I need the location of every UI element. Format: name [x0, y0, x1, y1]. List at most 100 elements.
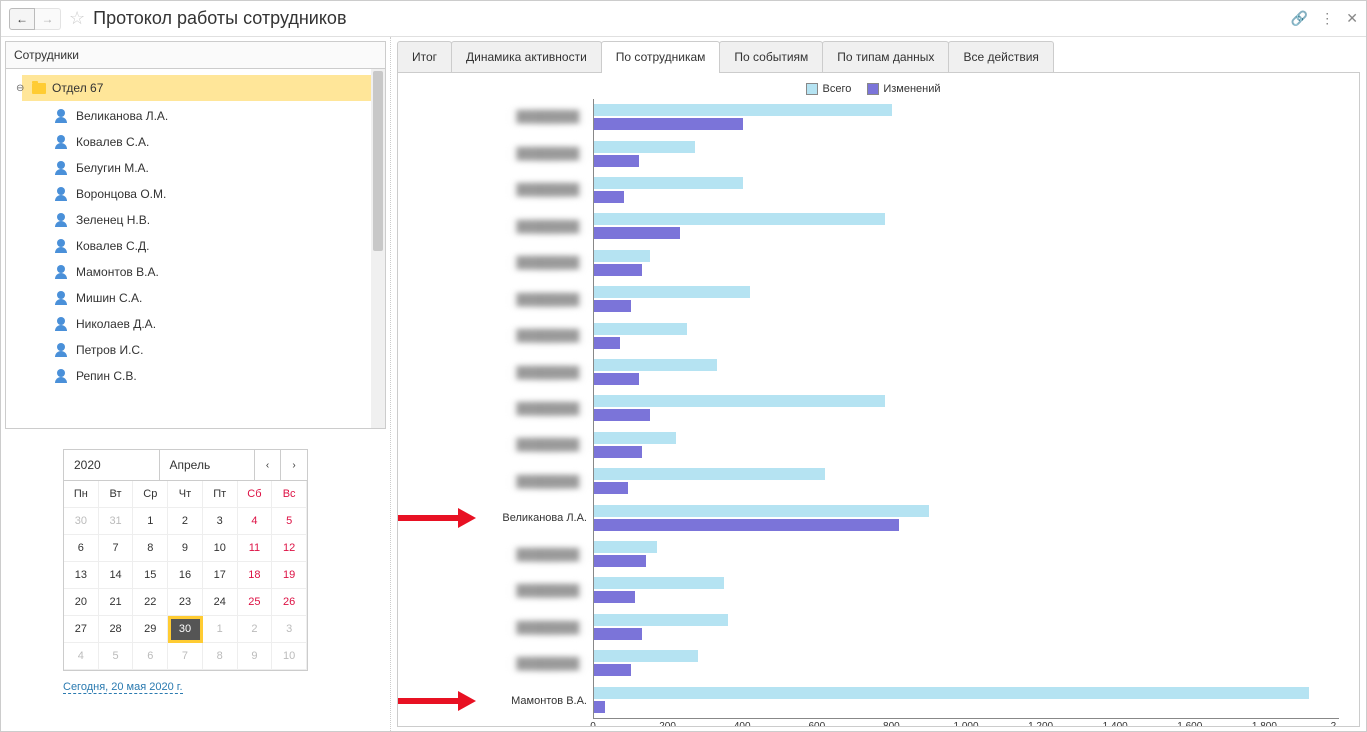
- calendar-day[interactable]: 12: [272, 535, 307, 562]
- favorite-star-icon[interactable]: ☆: [69, 8, 85, 29]
- tree-folder[interactable]: ⊖Отдел 67: [22, 75, 371, 101]
- tab[interactable]: По типам данных: [822, 41, 949, 72]
- arrow-right-icon: →: [42, 12, 54, 26]
- calendar-day[interactable]: 9: [168, 535, 203, 562]
- tab[interactable]: Итог: [397, 41, 452, 72]
- tab[interactable]: По сотрудникам: [601, 41, 721, 72]
- calendar-day[interactable]: 17: [203, 562, 238, 589]
- chart-bar-izm: [594, 591, 635, 603]
- calendar-day[interactable]: 19: [272, 562, 307, 589]
- chart-bar-izm: [594, 555, 646, 567]
- tree-item[interactable]: Белугин М.А.: [6, 155, 385, 181]
- calendar-day[interactable]: 5: [272, 508, 307, 535]
- link-icon[interactable]: 🔗: [1291, 10, 1308, 27]
- calendar-day[interactable]: 3: [203, 508, 238, 535]
- calendar-day[interactable]: 2: [238, 616, 273, 643]
- calendar-day[interactable]: 23: [168, 589, 203, 616]
- chart-bar-izm: [594, 191, 624, 203]
- chart-bar-row: [594, 645, 1339, 681]
- calendar-day[interactable]: 7: [168, 643, 203, 670]
- calendar-day[interactable]: 2: [168, 508, 203, 535]
- calendar-day[interactable]: 10: [272, 643, 307, 670]
- calendar-day[interactable]: 11: [238, 535, 273, 562]
- tree-item[interactable]: Репин С.В.: [6, 363, 385, 389]
- tree-item-label: Мамонтов В.А.: [76, 265, 159, 279]
- calendar-day[interactable]: 5: [99, 643, 134, 670]
- tree-item[interactable]: Мишин С.А.: [6, 285, 385, 311]
- tree-item[interactable]: Воронцова О.М.: [6, 181, 385, 207]
- calendar-day[interactable]: 18: [238, 562, 273, 589]
- calendar-day[interactable]: 22: [133, 589, 168, 616]
- tree-item[interactable]: Петров И.С.: [6, 337, 385, 363]
- calendar-day[interactable]: 28: [99, 616, 134, 643]
- chart-bar-row: [594, 354, 1339, 390]
- calendar-day[interactable]: 8: [203, 643, 238, 670]
- tree-item[interactable]: Зеленец Н.В.: [6, 207, 385, 233]
- calendar-month-select[interactable]: Апрель: [160, 450, 256, 480]
- person-icon: [54, 109, 68, 123]
- tree-item[interactable]: Николаев Д.А.: [6, 311, 385, 337]
- calendar-day[interactable]: 9: [238, 643, 273, 670]
- calendar-prev-button[interactable]: ‹: [255, 450, 281, 480]
- titlebar: ← → ☆ Протокол работы сотрудников 🔗 ⋮ ✕: [1, 1, 1366, 37]
- tree-item[interactable]: Великанова Л.А.: [6, 103, 385, 129]
- calendar-day[interactable]: 3: [272, 616, 307, 643]
- chart-category-label: ████████: [408, 610, 593, 646]
- chart-category-label: ████████: [408, 646, 593, 682]
- tab[interactable]: Все действия: [948, 41, 1053, 72]
- calendar-day[interactable]: 10: [203, 535, 238, 562]
- nav-forward-button[interactable]: →: [35, 8, 61, 30]
- chart-bar-vsego: [594, 432, 676, 444]
- calendar-day[interactable]: 8: [133, 535, 168, 562]
- tree-item[interactable]: Ковалев С.Д.: [6, 233, 385, 259]
- folder-icon: [32, 83, 46, 94]
- calendar-day[interactable]: 21: [99, 589, 134, 616]
- calendar-day[interactable]: 29: [133, 616, 168, 643]
- calendar-day[interactable]: 27: [64, 616, 99, 643]
- chart-x-tick: 1 600: [1177, 721, 1202, 727]
- calendar-next-button[interactable]: ›: [281, 450, 307, 480]
- chart-bar-row: [594, 245, 1339, 281]
- chart-category-label: ████████: [408, 354, 593, 390]
- calendar-day[interactable]: 30: [64, 508, 99, 535]
- calendar-dow: Вт: [99, 481, 134, 508]
- calendar-day[interactable]: 4: [64, 643, 99, 670]
- chart-bar-izm: [594, 155, 639, 167]
- chart-bar-izm: [594, 337, 620, 349]
- tree-collapse-icon[interactable]: ⊖: [16, 83, 26, 94]
- calendar-year-select[interactable]: 2020: [64, 450, 160, 480]
- tree-item[interactable]: Мамонтов В.А.: [6, 259, 385, 285]
- calendar-day[interactable]: 7: [99, 535, 134, 562]
- calendar-day[interactable]: 31: [99, 508, 134, 535]
- calendar-day[interactable]: 6: [64, 535, 99, 562]
- calendar-day[interactable]: 4: [238, 508, 273, 535]
- calendar-day[interactable]: 1: [203, 616, 238, 643]
- close-icon[interactable]: ✕: [1346, 10, 1358, 27]
- person-icon: [54, 343, 68, 357]
- tree-item-label: Воронцова О.М.: [76, 187, 166, 201]
- calendar-day[interactable]: 6: [133, 643, 168, 670]
- calendar-day[interactable]: 1: [133, 508, 168, 535]
- chart-bar-vsego: [594, 323, 687, 335]
- person-icon: [54, 291, 68, 305]
- calendar-day[interactable]: 24: [203, 589, 238, 616]
- tree-item[interactable]: Ковалев С.А.: [6, 129, 385, 155]
- calendar-day[interactable]: 15: [133, 562, 168, 589]
- tree-scrollbar[interactable]: [371, 69, 385, 428]
- nav-back-button[interactable]: ←: [9, 8, 35, 30]
- calendar-day[interactable]: 26: [272, 589, 307, 616]
- tab[interactable]: Динамика активности: [451, 41, 602, 72]
- calendar-day[interactable]: 14: [99, 562, 134, 589]
- calendar-day[interactable]: 20: [64, 589, 99, 616]
- chart-bar-vsego: [594, 141, 695, 153]
- person-icon: [54, 317, 68, 331]
- calendar-day[interactable]: 25: [238, 589, 273, 616]
- chart-category-label: ████████: [408, 172, 593, 208]
- calendar-day[interactable]: 30: [168, 616, 203, 643]
- calendar-day[interactable]: 16: [168, 562, 203, 589]
- person-icon: [54, 239, 68, 253]
- calendar-day[interactable]: 13: [64, 562, 99, 589]
- more-menu-icon[interactable]: ⋮: [1320, 10, 1334, 27]
- calendar-today-link[interactable]: Сегодня, 20 мая 2020 г.: [63, 681, 183, 694]
- tab[interactable]: По событиям: [719, 41, 823, 72]
